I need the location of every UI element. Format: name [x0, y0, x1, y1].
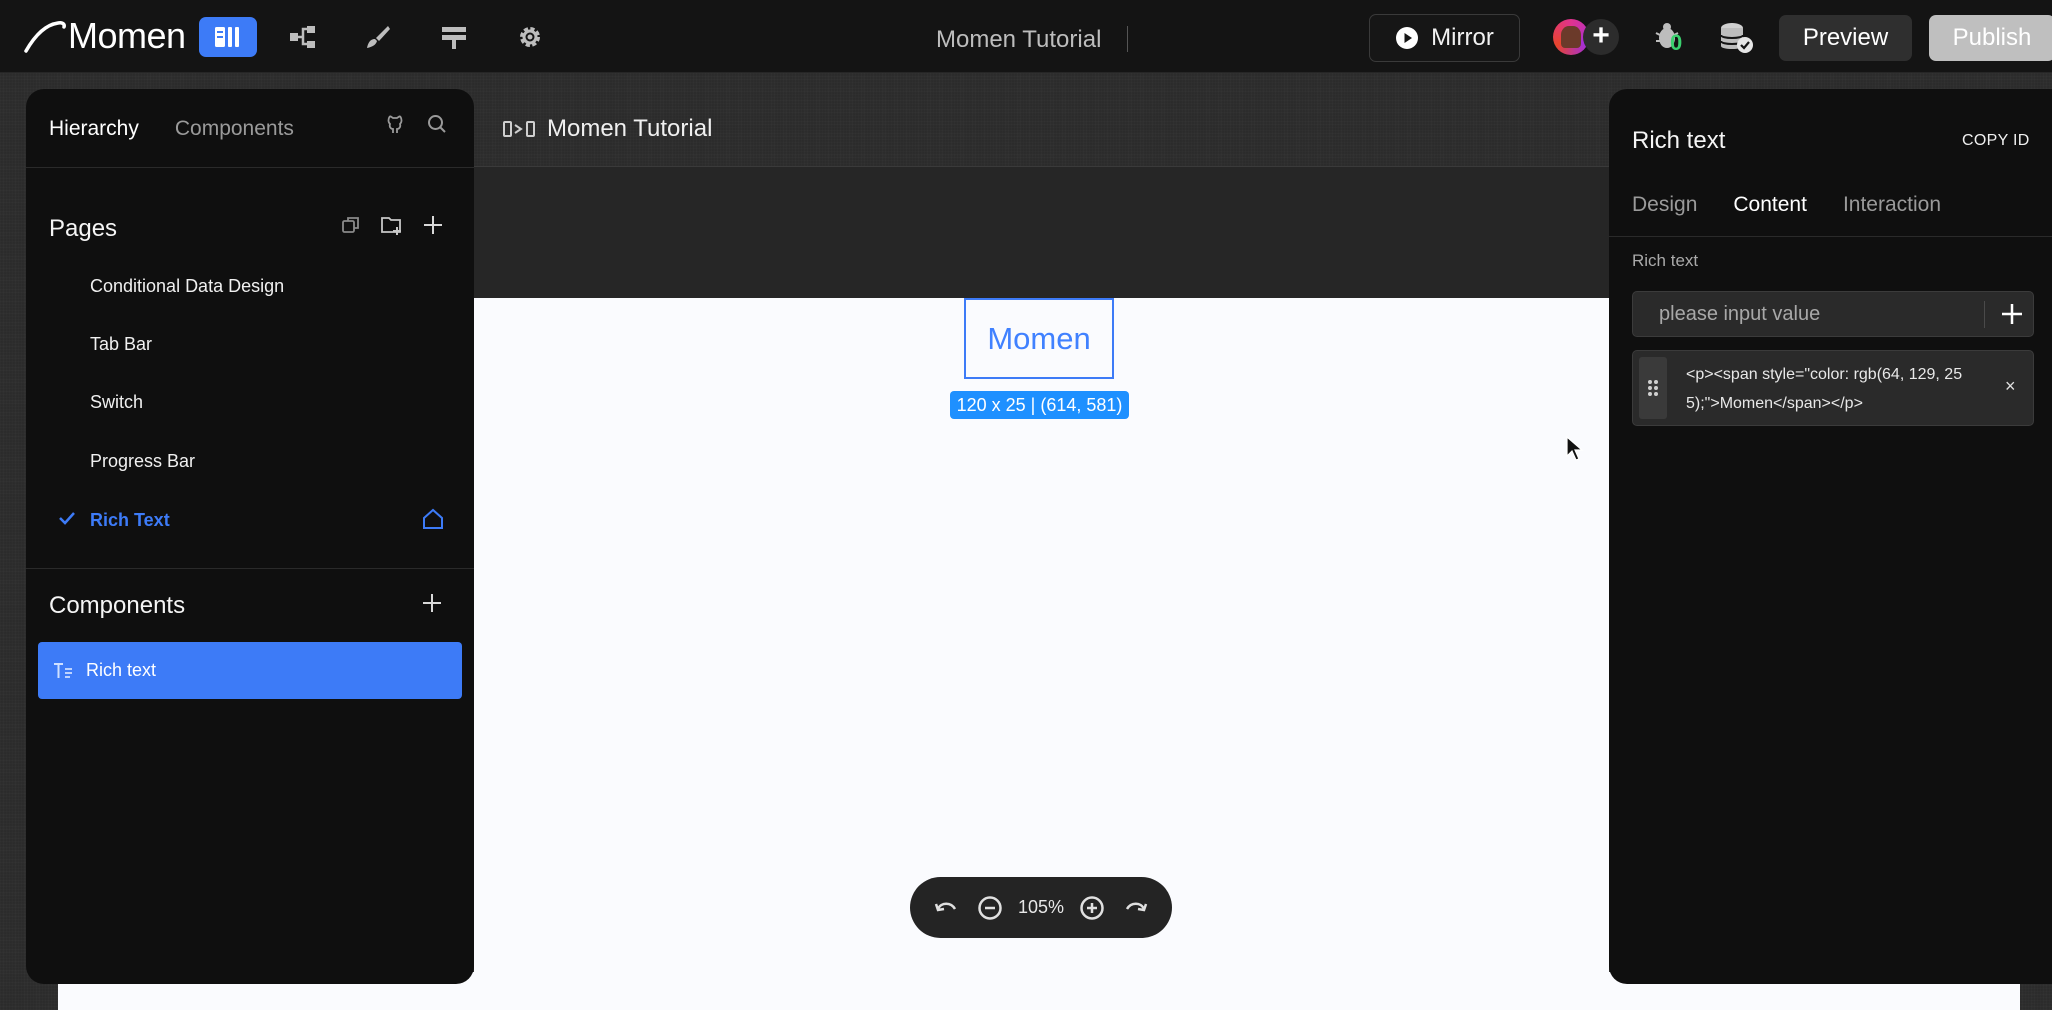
left-panel-divider: [26, 568, 474, 569]
mirror-button[interactable]: Mirror: [1369, 14, 1520, 62]
collaborators: +: [1550, 17, 1622, 57]
add-folder-icon[interactable]: [380, 214, 404, 236]
logo-swoosh-icon: [24, 21, 66, 53]
play-icon: [1396, 27, 1419, 49]
page-item[interactable]: Tab Bar: [90, 334, 152, 355]
mirror-label: Mirror: [1431, 24, 1494, 51]
home-icon[interactable]: [421, 508, 445, 530]
add-page-icon[interactable]: [422, 214, 444, 236]
rich-text-value-row: <p><span style="color: rgb(64, 129, 255)…: [1632, 350, 2034, 426]
hierarchy-icon: [290, 26, 315, 48]
canvas-page-title: Momen Tutorial: [503, 115, 712, 143]
tab-content[interactable]: Content: [1733, 193, 1807, 217]
settings-button[interactable]: [501, 17, 559, 57]
copy-id-button[interactable]: COPY ID: [1962, 132, 2030, 150]
brush-icon: [367, 26, 390, 48]
debug-count: 0: [1670, 30, 1683, 55]
undo-button[interactable]: [930, 892, 962, 924]
left-panel: Hierarchy Components Pages Conditional D…: [26, 89, 474, 984]
remove-value-button[interactable]: ×: [2005, 376, 2016, 397]
add-collaborator-button[interactable]: +: [1583, 19, 1619, 55]
hierarchy-button[interactable]: [274, 17, 332, 57]
zoom-out-icon: [978, 895, 1002, 920]
redo-button[interactable]: [1120, 892, 1152, 924]
left-panel-tools: [384, 113, 448, 135]
data-icon: [442, 27, 466, 49]
gear-icon: [520, 27, 540, 47]
publish-button[interactable]: Publish: [1929, 15, 2052, 61]
database-icon[interactable]: [1717, 20, 1755, 56]
inspector-title: Rich text: [1632, 127, 1726, 154]
page-item-selected[interactable]: Rich Text: [90, 510, 170, 531]
tab-hierarchy[interactable]: Hierarchy: [49, 117, 139, 141]
momen-logo[interactable]: Momen: [24, 14, 186, 58]
canvas-header-area: [474, 167, 1609, 298]
github-icon[interactable]: [384, 113, 406, 135]
search-icon[interactable]: [426, 113, 448, 135]
tab-interaction[interactable]: Interaction: [1843, 193, 1941, 217]
page-item[interactable]: Switch: [90, 392, 143, 413]
add-component-icon[interactable]: [421, 592, 443, 614]
tab-design[interactable]: Design: [1632, 193, 1697, 217]
brush-button[interactable]: [349, 17, 407, 57]
redo-icon: [1125, 902, 1148, 911]
layout-icon: [215, 27, 239, 47]
rich-text-icon: [54, 662, 72, 678]
data-button[interactable]: [425, 17, 483, 57]
component-item-rich-text[interactable]: Rich text: [38, 642, 462, 699]
zoom-in-icon: [1080, 895, 1104, 920]
left-panel-tabs: Hierarchy Components: [49, 117, 294, 141]
document-title: Momen Tutorial: [936, 26, 1102, 53]
component-item-label: Rich text: [86, 660, 157, 680]
top-bar: Momen Momen Tutorial Mirror + 0 Preview …: [0, 0, 2052, 73]
page-item[interactable]: Conditional Data Design: [90, 276, 284, 297]
rich-text-input-wrapper: [1632, 291, 2034, 337]
zoom-in-button[interactable]: [1076, 892, 1108, 924]
tab-components[interactable]: Components: [175, 117, 294, 141]
selection-size-badge: 120 x 25 | (614, 581): [950, 391, 1129, 419]
zoom-level[interactable]: 105%: [1018, 897, 1064, 918]
rich-text-value[interactable]: <p><span style="color: rgb(64, 129, 255)…: [1686, 360, 1986, 418]
page-frame-icon: [503, 121, 535, 137]
duplicate-page-icon[interactable]: [340, 214, 362, 236]
zoom-toolbar: 105%: [910, 877, 1172, 938]
zoom-out-button[interactable]: [974, 892, 1006, 924]
title-divider: [1127, 26, 1128, 52]
canvas-page-title-text: Momen Tutorial: [547, 115, 713, 142]
mouse-cursor-icon: [1566, 436, 1584, 461]
right-panel: Rich text COPY ID Design Content Interac…: [1609, 89, 2052, 984]
logo-text: Momen: [68, 15, 186, 56]
check-icon: [59, 512, 75, 525]
layout-button[interactable]: [199, 17, 257, 57]
preview-button[interactable]: Preview: [1779, 15, 1912, 61]
rich-text-input[interactable]: [1633, 292, 1983, 336]
drag-handle-icon[interactable]: [1639, 357, 1667, 419]
left-panel-divider: [26, 167, 474, 168]
components-title: Components: [49, 592, 186, 619]
add-value-icon[interactable]: [1997, 299, 2027, 329]
pages-title: Pages: [49, 215, 118, 242]
selected-rich-text[interactable]: Momen: [964, 298, 1114, 379]
undo-icon: [934, 902, 957, 911]
drag-dots-icon: [1648, 380, 1658, 396]
pages-tools: [340, 214, 444, 236]
page-item[interactable]: Progress Bar: [90, 451, 195, 472]
input-divider: [1984, 301, 1985, 328]
rich-text-field-label: Rich text: [1632, 251, 1699, 270]
inspector-tabs: Design Content Interaction: [1632, 193, 1941, 217]
inspector-divider: [1609, 236, 2052, 237]
